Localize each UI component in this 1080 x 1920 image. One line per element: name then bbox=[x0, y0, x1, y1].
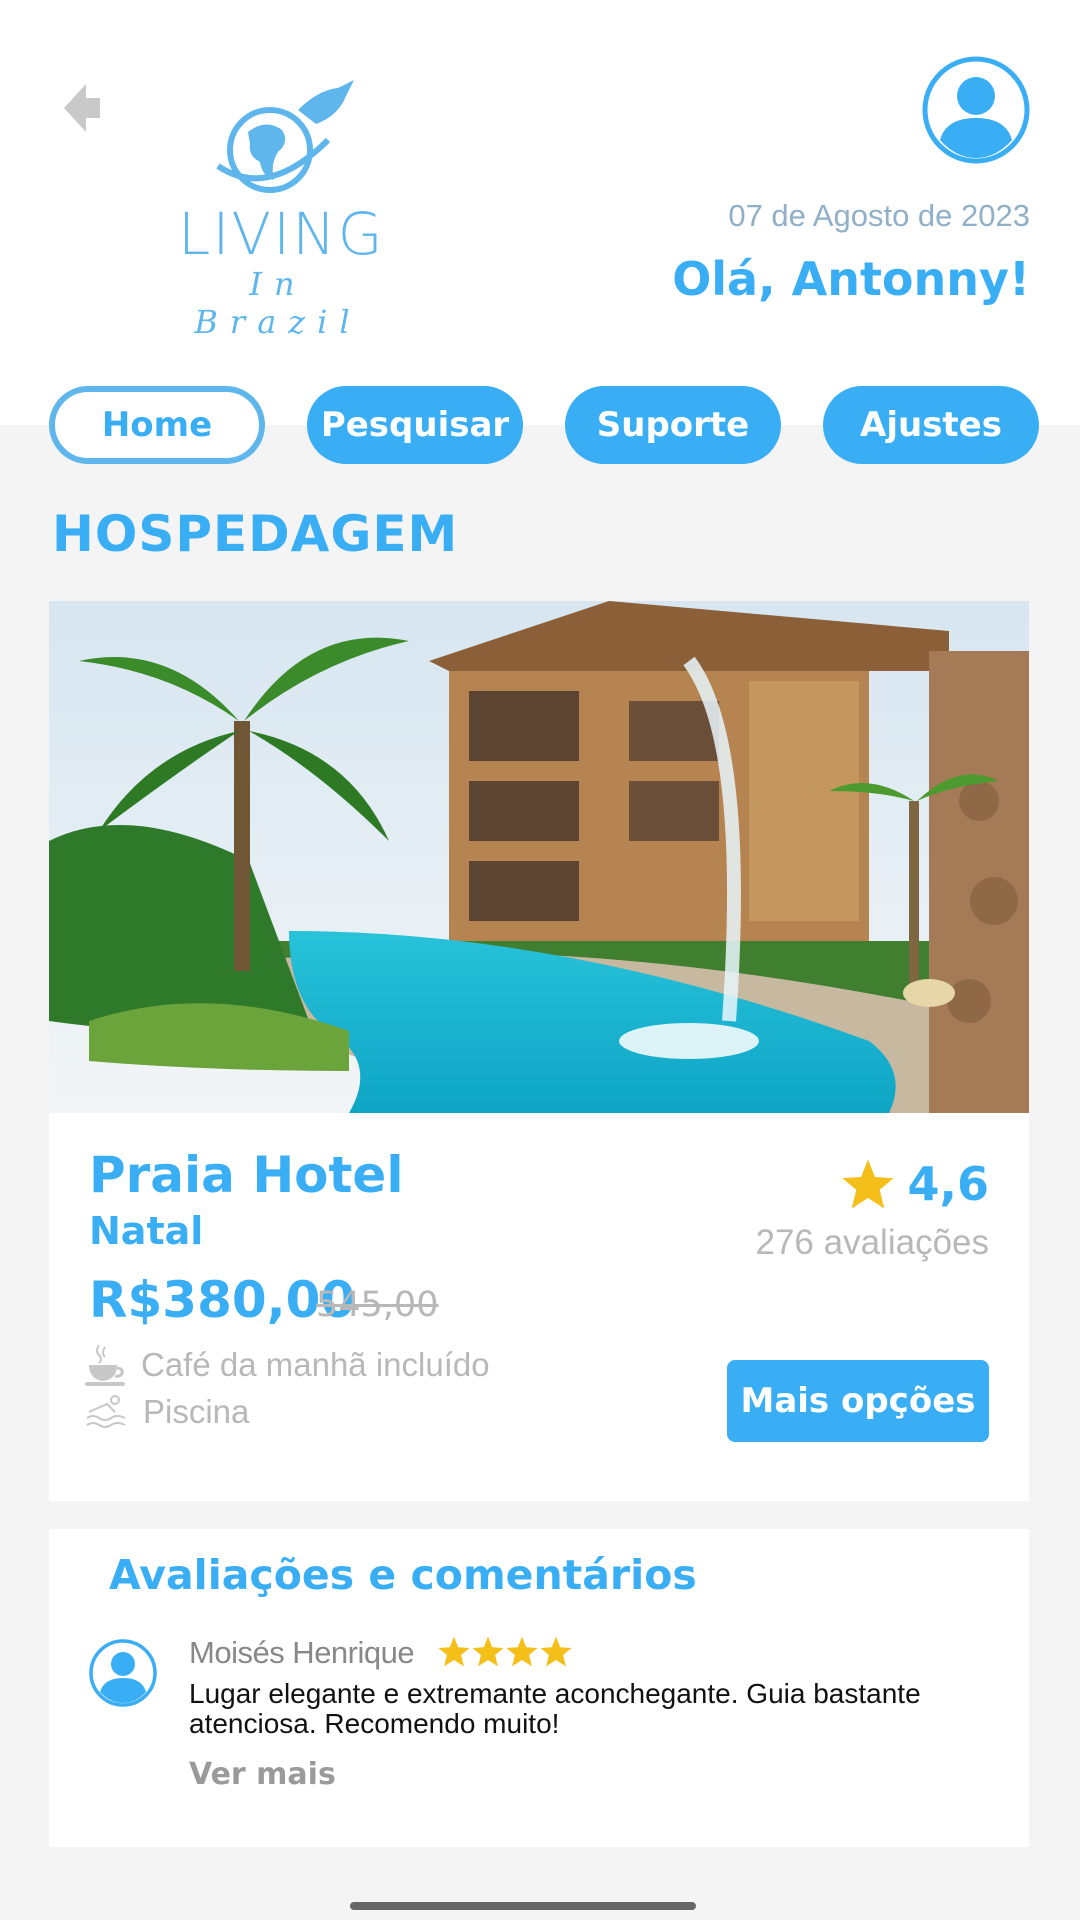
reviewer-avatar-icon bbox=[89, 1639, 157, 1707]
coffee-cup-icon bbox=[85, 1344, 125, 1386]
star-icon bbox=[506, 1636, 538, 1667]
logo-word: LIVING bbox=[178, 200, 385, 268]
review-text: Lugar elegante e extremante aconchegante… bbox=[189, 1678, 921, 1739]
see-more-link[interactable]: Ver mais bbox=[189, 1757, 336, 1792]
header: LIVING In Brazil 07 de Agosto de 2023 Ol… bbox=[0, 0, 1080, 425]
back-arrow-icon[interactable] bbox=[60, 80, 104, 136]
amenity-breakfast: Café da manhã incluído bbox=[85, 1343, 490, 1387]
star-icon bbox=[438, 1636, 470, 1667]
globe-bird-icon bbox=[216, 80, 354, 193]
hotel-name: Praia Hotel bbox=[89, 1146, 404, 1204]
greeting-text: Olá, Antonny! bbox=[672, 252, 1030, 306]
living-in-brazil-logo: LIVING In Brazil bbox=[178, 80, 385, 341]
more-options-button[interactable]: Mais opções bbox=[727, 1360, 989, 1442]
tab-ajustes[interactable]: Ajustes bbox=[823, 386, 1039, 464]
reviews-card: Avaliações e comentários Moisés Henrique… bbox=[49, 1529, 1029, 1847]
star-icon bbox=[472, 1636, 504, 1667]
reviewer-name: Moisés Henrique bbox=[189, 1635, 415, 1670]
amenity-label: Café da manhã incluído bbox=[141, 1346, 490, 1383]
pool-icon bbox=[86, 1395, 126, 1428]
hotel-old-price: 545,00 bbox=[316, 1285, 439, 1325]
hotel-rating: 4,6 bbox=[840, 1157, 990, 1211]
rating-value: 4,6 bbox=[907, 1157, 990, 1211]
star-icon bbox=[540, 1636, 572, 1667]
current-date: 07 de Agosto de 2023 bbox=[728, 198, 1030, 233]
rating-count: 276 avaliações bbox=[755, 1223, 990, 1262]
tab-suporte[interactable]: Suporte bbox=[565, 386, 781, 464]
user-avatar-icon[interactable] bbox=[922, 56, 1030, 164]
home-indicator[interactable] bbox=[350, 1902, 696, 1910]
hotel-photo[interactable] bbox=[49, 601, 1029, 1113]
star-icon bbox=[841, 1159, 894, 1209]
section-title: HOSPEDAGEM bbox=[52, 505, 459, 563]
tab-home[interactable]: Home bbox=[49, 386, 265, 464]
logo-subtitle: In Brazil bbox=[194, 265, 362, 341]
amenity-label: Piscina bbox=[143, 1393, 250, 1430]
hotel-card[interactable]: Praia Hotel Natal R$380,00 545,00 Café d… bbox=[49, 601, 1029, 1501]
tab-pesquisar[interactable]: Pesquisar bbox=[307, 386, 523, 464]
reviews-title: Avaliações e comentários bbox=[109, 1551, 697, 1599]
review-stars bbox=[437, 1635, 573, 1668]
hotel-city: Natal bbox=[89, 1209, 204, 1253]
amenity-pool: Piscina bbox=[85, 1393, 249, 1431]
